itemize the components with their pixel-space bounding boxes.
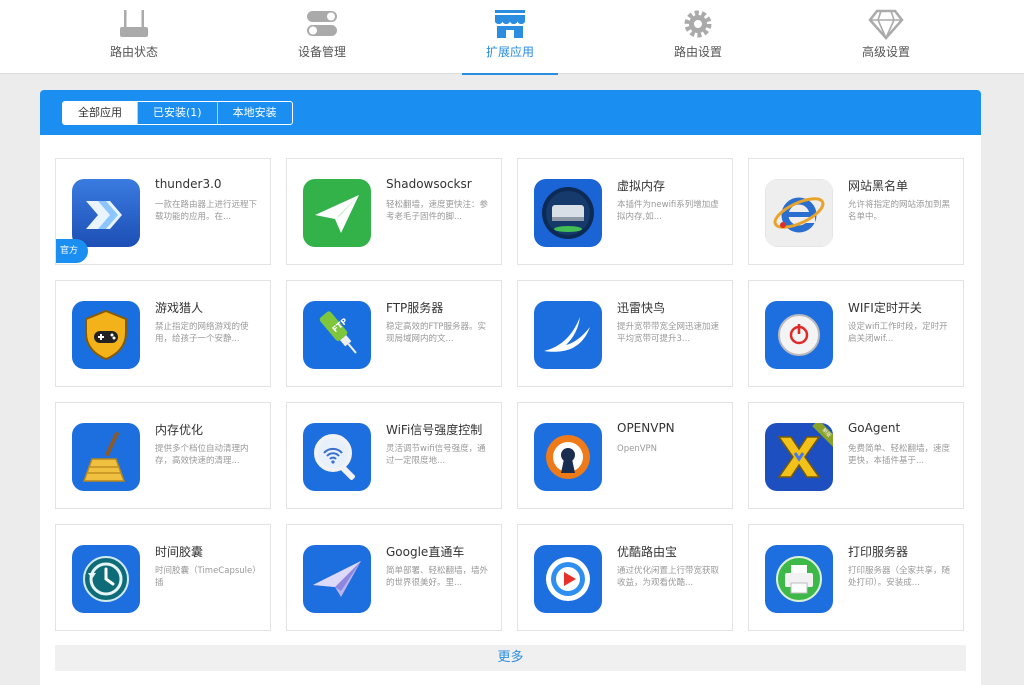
- official-badge: 官方: [56, 239, 88, 263]
- nav-item-router-status[interactable]: 路由状态: [86, 0, 182, 74]
- app-card-xunlei-bird[interactable]: 迅雷快鸟 提升宽带带宽全网迅速加速平均宽带可提升3...: [517, 280, 733, 387]
- gamepad-shield-icon: [72, 301, 140, 369]
- app-description: 允许将指定的网站添加到黑名单中。: [848, 200, 951, 222]
- app-description: 简单部署、轻松翻墙，墙外的世界很美好。里...: [386, 566, 489, 588]
- diamond-icon: [868, 9, 904, 40]
- panel-header: 全部应用 已安装(1) 本地安装: [40, 90, 981, 135]
- app-description: 通过优化闲置上行带宽获取收益，为观看优酷...: [617, 566, 720, 588]
- app-card-google-express[interactable]: Google直通车 简单部署、轻松翻墙，墙外的世界很美好。里...: [286, 524, 502, 631]
- top-navigation: 路由状态 设备管理 扩展应用 路由设置 高级设置: [0, 0, 1024, 75]
- app-name: 内存优化: [155, 423, 204, 437]
- app-name: 优酷路由宝: [617, 545, 678, 559]
- app-card-wifi-timer[interactable]: WIFI定时开关 设定wifi工作时段，定时开启关闭wif...: [748, 280, 964, 387]
- tab-all-apps[interactable]: 全部应用: [63, 102, 137, 124]
- paper-plane-purple-icon: [303, 545, 371, 613]
- app-card-youku[interactable]: 优酷路由宝 通过优化闲置上行带宽获取收益，为观看优酷...: [517, 524, 733, 631]
- app-card-wifi-signal[interactable]: WiFi信号强度控制 灵活调节wifi信号强度，通过一定限度地...: [286, 402, 502, 509]
- nav-label: 高级设置: [861, 45, 910, 59]
- openvpn-icon: [534, 423, 602, 491]
- app-description: OpenVPN: [617, 444, 658, 454]
- nav-item-extended-apps[interactable]: 扩展应用: [462, 0, 558, 75]
- nav-label: 路由设置: [673, 45, 722, 59]
- app-card-goagent[interactable]: 新版 GoAgent 免费简单、轻松翻墙，速度更快，本插件基于...: [748, 402, 964, 509]
- app-description: 打印服务器（全家共享，随处打印）。安装成...: [848, 566, 951, 588]
- app-card-shadowsocksr[interactable]: Shadowsocksr 轻松翻墙，速度更快注：参考老毛子固件的脚...: [286, 158, 502, 265]
- tab-local-install[interactable]: 本地安装: [216, 102, 292, 124]
- app-card-ftp-server[interactable]: FTP FTP服务器 稳定高效的FTP服务器。实现局域网内的文...: [286, 280, 502, 387]
- app-card-website-blacklist[interactable]: 网站黑名单 允许将指定的网站添加到黑名单中。: [748, 158, 964, 265]
- app-name: OPENVPN: [617, 421, 675, 435]
- app-description: 一款在路由器上进行远程下载功能的应用。在...: [155, 200, 258, 222]
- app-card-virtual-memory[interactable]: 虚拟内存 本插件为newifi系列增加虚拟内存,如...: [517, 158, 733, 265]
- app-description: 时间胶囊（TimeCapsule）插: [155, 566, 261, 588]
- wifi-magnifier-icon: [303, 423, 371, 491]
- app-description: 提供多个档位自动清理内存，高效快速的清理...: [155, 444, 249, 466]
- app-card-print-server[interactable]: 打印服务器 打印服务器（全家共享，随处打印）。安装成...: [748, 524, 964, 631]
- power-button-icon: [765, 301, 833, 369]
- app-description: 轻松翻墙，速度更快注：参考老毛子固件的脚...: [386, 200, 489, 222]
- app-name: 游戏猎人: [155, 301, 204, 315]
- more-button[interactable]: 更多: [55, 645, 966, 671]
- app-name: Shadowsocksr: [386, 177, 472, 191]
- app-name: 打印服务器: [848, 545, 909, 559]
- app-card-game-hunter[interactable]: 游戏猎人 禁止指定的网络游戏的使用，给孩子一个安静...: [55, 280, 271, 387]
- swallow-bird-icon: [534, 301, 602, 369]
- nav-item-router-settings[interactable]: 路由设置: [650, 0, 746, 74]
- toggle-switch-icon: [307, 11, 337, 36]
- app-card-openvpn[interactable]: OPENVPN OpenVPN: [517, 402, 733, 509]
- app-card-time-capsule[interactable]: 时间胶囊 时间胶囊（TimeCapsule）插: [55, 524, 271, 631]
- app-name: 迅雷快鸟: [617, 301, 666, 315]
- app-name: FTP服务器: [386, 301, 444, 315]
- nav-label: 扩展应用: [485, 45, 534, 59]
- ftp-usb-icon: FTP: [303, 301, 371, 369]
- app-name: 虚拟内存: [617, 179, 666, 193]
- ie-browser-icon: [765, 179, 833, 247]
- app-description: 本插件为newifi系列增加虚拟内存,如...: [617, 200, 719, 222]
- app-description: 灵活调节wifi信号强度，通过一定限度地...: [386, 444, 486, 466]
- app-name: WIFI定时开关: [848, 301, 922, 315]
- app-filter-tabs: 全部应用 已安装(1) 本地安装: [62, 101, 293, 125]
- goagent-x-icon: 新版: [765, 423, 833, 491]
- gear-icon: [684, 10, 712, 38]
- nav-label: 设备管理: [297, 45, 346, 59]
- app-description: 禁止指定的网络游戏的使用，给孩子一个安静...: [155, 322, 249, 344]
- time-clock-icon: [72, 545, 140, 613]
- nav-item-device-management[interactable]: 设备管理: [274, 0, 370, 74]
- app-name: 时间胶囊: [155, 545, 204, 559]
- app-description: 免费简单、轻松翻墙，速度更快，本插件基于...: [848, 444, 951, 466]
- app-name: thunder3.0: [155, 177, 222, 191]
- app-grid: 官方 thunder3.0 一款在路由器上进行远程下载功能的应用。在... Sh…: [55, 158, 966, 631]
- broom-icon: [72, 423, 140, 491]
- app-card-thunder[interactable]: 官方 thunder3.0 一款在路由器上进行远程下载功能的应用。在...: [55, 158, 271, 265]
- app-name: WiFi信号强度控制: [386, 423, 483, 437]
- play-button-icon: [534, 545, 602, 613]
- apps-panel: 全部应用 已安装(1) 本地安装 官方 thunder3.0 一款在路由器上进行…: [40, 90, 981, 685]
- nav-item-advanced-settings[interactable]: 高级设置: [838, 0, 934, 74]
- printer-icon: [765, 545, 833, 613]
- app-description: 设定wifi工作时段，定时开启关闭wif...: [848, 322, 948, 344]
- tab-installed[interactable]: 已安装(1): [137, 102, 217, 124]
- router-icon: [120, 10, 148, 37]
- paper-plane-icon: [303, 179, 371, 247]
- app-name: 网站黑名单: [848, 179, 909, 193]
- hard-drive-icon: [534, 179, 602, 247]
- app-card-memory-optimize[interactable]: 内存优化 提供多个档位自动清理内存，高效快速的清理...: [55, 402, 271, 509]
- store-icon: [495, 10, 525, 38]
- thunder-arrow-icon: [72, 179, 140, 247]
- app-name: Google直通车: [386, 545, 465, 559]
- app-description: 稳定高效的FTP服务器。实现局域网内的文...: [386, 322, 487, 344]
- app-name: GoAgent: [848, 421, 901, 435]
- nav-label: 路由状态: [109, 45, 158, 59]
- app-description: 提升宽带带宽全网迅速加速平均宽带可提升3...: [617, 322, 720, 344]
